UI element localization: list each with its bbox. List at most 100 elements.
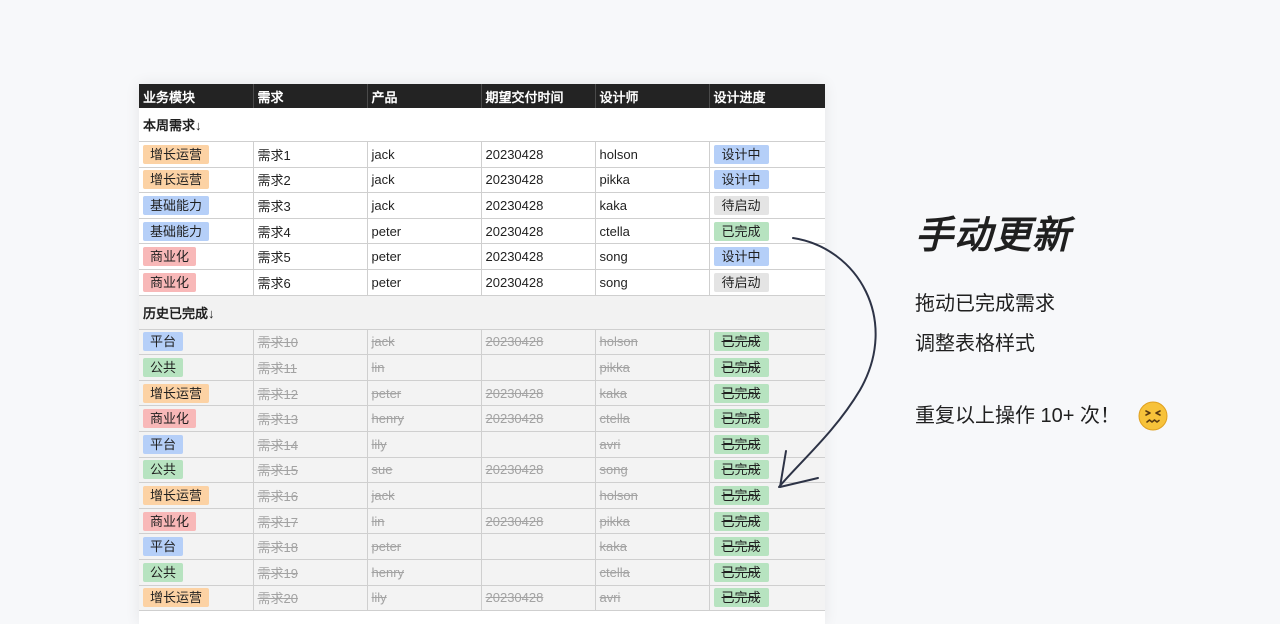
requirement-cell[interactable]: 需求3 — [253, 192, 368, 219]
header-design-progress[interactable]: 设计进度 — [709, 84, 825, 108]
product-cell[interactable]: sue — [367, 457, 482, 484]
date-cell[interactable]: 20230428 — [481, 243, 596, 270]
product-cell[interactable]: jack — [367, 141, 482, 168]
status-cell[interactable]: 已完成 — [709, 457, 825, 484]
designer-cell[interactable]: song — [595, 243, 710, 270]
designer-cell[interactable]: kaka — [595, 533, 710, 560]
status-cell[interactable]: 已完成 — [709, 508, 825, 535]
date-cell[interactable]: 20230428 — [481, 508, 596, 535]
status-cell[interactable]: 已完成 — [709, 559, 825, 586]
date-cell[interactable]: 20230428 — [481, 329, 596, 356]
date-cell[interactable]: 20230428 — [481, 218, 596, 245]
designer-cell[interactable]: song — [595, 269, 710, 296]
product-cell[interactable]: peter — [367, 218, 482, 245]
product-cell[interactable]: lin — [367, 508, 482, 535]
module-cell[interactable]: 公共 — [139, 457, 254, 484]
product-cell[interactable]: lily — [367, 431, 482, 458]
status-cell[interactable]: 已完成 — [709, 380, 825, 407]
date-cell[interactable]: 20230428 — [481, 405, 596, 432]
status-cell[interactable]: 已完成 — [709, 482, 825, 509]
requirement-cell[interactable]: 需求16 — [253, 482, 368, 509]
designer-cell[interactable]: kaka — [595, 192, 710, 219]
status-cell[interactable]: 待启动 — [709, 269, 825, 296]
designer-cell[interactable]: holson — [595, 329, 710, 356]
date-cell[interactable] — [481, 354, 596, 381]
designer-cell[interactable]: ctella — [595, 405, 710, 432]
date-cell[interactable]: 20230428 — [481, 167, 596, 194]
date-cell[interactable] — [481, 431, 596, 458]
requirement-cell[interactable]: 需求12 — [253, 380, 368, 407]
status-cell[interactable]: 设计中 — [709, 167, 825, 194]
designer-cell[interactable]: pikka — [595, 354, 710, 381]
product-cell[interactable]: peter — [367, 243, 482, 270]
date-cell[interactable] — [481, 533, 596, 560]
designer-cell[interactable]: avri — [595, 585, 710, 612]
module-cell[interactable]: 增长运营 — [139, 380, 254, 407]
product-cell[interactable]: peter — [367, 533, 482, 560]
module-cell[interactable]: 基础能力 — [139, 218, 254, 245]
module-cell[interactable]: 增长运营 — [139, 141, 254, 168]
requirement-cell[interactable]: 需求2 — [253, 167, 368, 194]
designer-cell[interactable]: pikka — [595, 167, 710, 194]
module-cell[interactable]: 商业化 — [139, 243, 254, 270]
designer-cell[interactable]: holson — [595, 482, 710, 509]
header-designer[interactable]: 设计师 — [595, 84, 710, 108]
module-cell[interactable]: 商业化 — [139, 405, 254, 432]
product-cell[interactable]: jack — [367, 167, 482, 194]
module-cell[interactable]: 公共 — [139, 354, 254, 381]
status-cell[interactable]: 待启动 — [709, 192, 825, 219]
requirement-cell[interactable]: 需求4 — [253, 218, 368, 245]
product-cell[interactable]: jack — [367, 482, 482, 509]
requirement-cell[interactable]: 需求15 — [253, 457, 368, 484]
requirement-cell[interactable]: 需求17 — [253, 508, 368, 535]
product-cell[interactable]: lin — [367, 354, 482, 381]
module-cell[interactable]: 公共 — [139, 559, 254, 586]
status-cell[interactable]: 已完成 — [709, 354, 825, 381]
header-module[interactable]: 业务模块 — [139, 84, 254, 108]
product-cell[interactable]: jack — [367, 329, 482, 356]
section-history-label[interactable]: 历史已完成↓ — [139, 295, 825, 330]
header-product[interactable]: 产品 — [367, 84, 482, 108]
module-cell[interactable]: 增长运营 — [139, 585, 254, 612]
requirement-cell[interactable]: 需求11 — [253, 354, 368, 381]
status-cell[interactable]: 已完成 — [709, 533, 825, 560]
designer-cell[interactable]: ctella — [595, 218, 710, 245]
requirement-cell[interactable]: 需求10 — [253, 329, 368, 356]
designer-cell[interactable]: pikka — [595, 508, 710, 535]
status-cell[interactable]: 已完成 — [709, 329, 825, 356]
section-current-label[interactable]: 本周需求↓ — [139, 108, 825, 142]
date-cell[interactable] — [481, 559, 596, 586]
header-delivery-date[interactable]: 期望交付时间 — [481, 84, 596, 108]
date-cell[interactable]: 20230428 — [481, 585, 596, 612]
date-cell[interactable]: 20230428 — [481, 192, 596, 219]
requirement-cell[interactable]: 需求14 — [253, 431, 368, 458]
requirement-cell[interactable]: 需求18 — [253, 533, 368, 560]
product-cell[interactable]: peter — [367, 269, 482, 296]
status-cell[interactable]: 已完成 — [709, 585, 825, 612]
product-cell[interactable]: henry — [367, 559, 482, 586]
requirement-cell[interactable]: 需求1 — [253, 141, 368, 168]
designer-cell[interactable]: ctella — [595, 559, 710, 586]
designer-cell[interactable]: song — [595, 457, 710, 484]
requirement-cell[interactable]: 需求5 — [253, 243, 368, 270]
date-cell[interactable]: 20230428 — [481, 269, 596, 296]
product-cell[interactable]: henry — [367, 405, 482, 432]
product-cell[interactable]: jack — [367, 192, 482, 219]
requirement-cell[interactable]: 需求13 — [253, 405, 368, 432]
module-cell[interactable]: 平台 — [139, 533, 254, 560]
module-cell[interactable]: 增长运营 — [139, 167, 254, 194]
status-cell[interactable]: 已完成 — [709, 218, 825, 245]
module-cell[interactable]: 平台 — [139, 431, 254, 458]
status-cell[interactable]: 设计中 — [709, 141, 825, 168]
date-cell[interactable]: 20230428 — [481, 141, 596, 168]
status-cell[interactable]: 设计中 — [709, 243, 825, 270]
designer-cell[interactable]: kaka — [595, 380, 710, 407]
module-cell[interactable]: 平台 — [139, 329, 254, 356]
module-cell[interactable]: 基础能力 — [139, 192, 254, 219]
requirement-cell[interactable]: 需求20 — [253, 585, 368, 612]
designer-cell[interactable]: holson — [595, 141, 710, 168]
requirement-cell[interactable]: 需求6 — [253, 269, 368, 296]
product-cell[interactable]: peter — [367, 380, 482, 407]
date-cell[interactable]: 20230428 — [481, 457, 596, 484]
date-cell[interactable]: 20230428 — [481, 380, 596, 407]
